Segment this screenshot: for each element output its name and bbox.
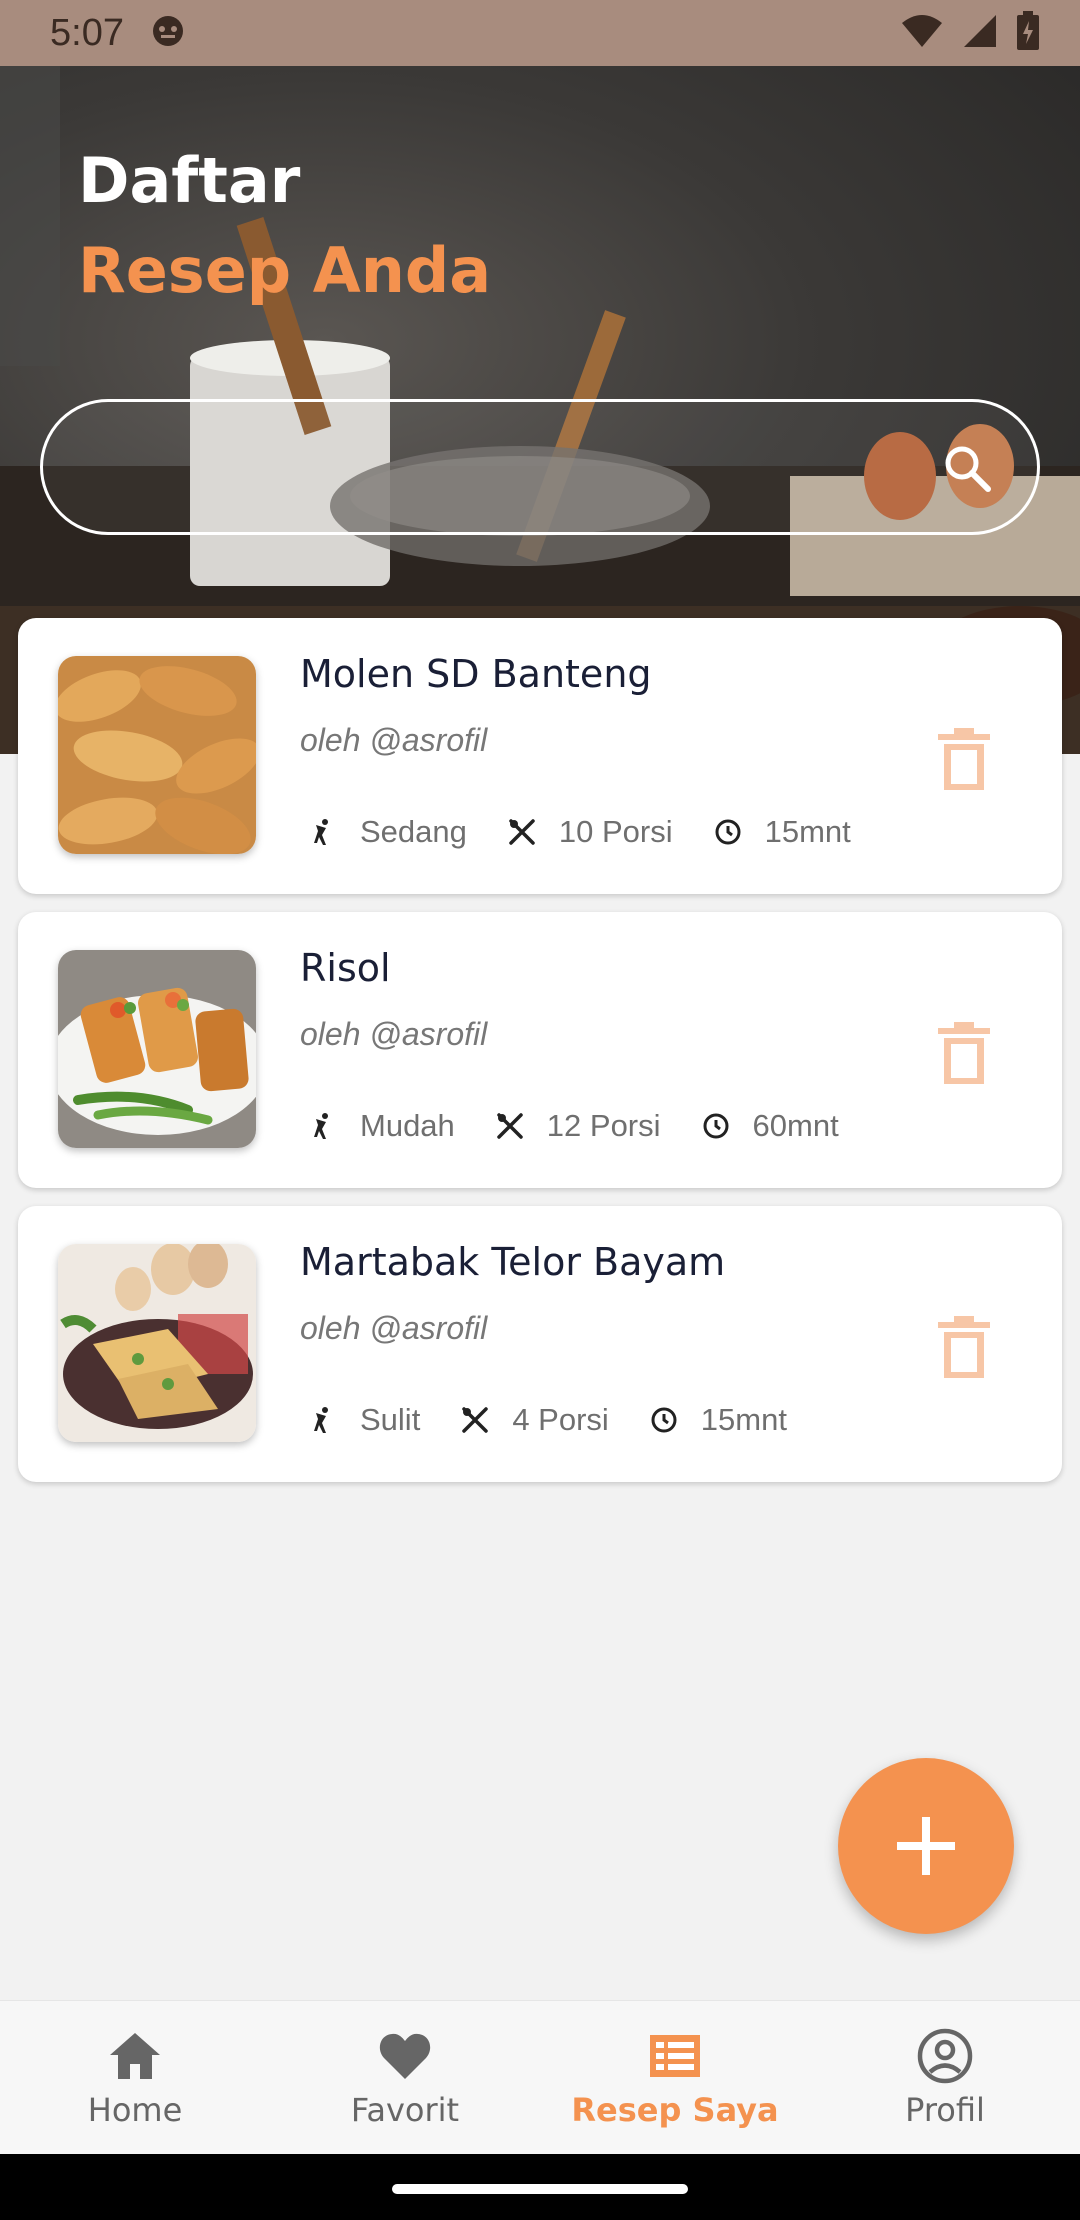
trash-icon[interactable]: [934, 728, 994, 794]
trash-icon[interactable]: [934, 1316, 994, 1382]
recipe-author: oleh @asrofil: [300, 722, 488, 758]
recipe-time: 15mnt: [700, 1402, 787, 1437]
recipe-author: oleh @asrofil: [300, 1016, 488, 1052]
difficulty-icon: [314, 1407, 328, 1433]
status-bar: 5:07: [0, 0, 1080, 66]
nav-item-home[interactable]: Home: [0, 2001, 270, 2154]
home-gesture-handle[interactable]: [392, 2184, 688, 2194]
status-time: 5:07: [50, 11, 124, 54]
recipe-card[interactable]: Molen SD Banteng oleh @asrofil Sedang 10…: [18, 618, 1062, 894]
nav-item-favorit[interactable]: Favorit: [270, 2001, 540, 2154]
page-title: Daftar Resep Anda: [78, 136, 491, 316]
recipe-title: Risol: [300, 946, 391, 990]
add-recipe-button[interactable]: [838, 1758, 1014, 1934]
home-icon: [110, 2032, 160, 2079]
recipe-meta: Mudah 12 Porsi 60mnt: [308, 1108, 879, 1144]
nav-item-profil[interactable]: Profil: [810, 2001, 1080, 2154]
recipe-meta: Sedang 10 Porsi 15mnt: [308, 814, 891, 850]
plus-icon: [897, 1817, 955, 1875]
clock-icon: [715, 819, 741, 845]
recipe-title: Molen SD Banteng: [300, 652, 652, 696]
recipe-portions: 10 Porsi: [558, 814, 673, 849]
recipe-title: Martabak Telor Bayam: [300, 1240, 726, 1284]
clock-icon: [651, 1407, 677, 1433]
page-title-line1: Daftar: [78, 144, 301, 217]
recipe-difficulty: Mudah: [360, 1108, 455, 1143]
search-input[interactable]: [83, 402, 943, 532]
recipe-card[interactable]: Martabak Telor Bayam oleh @asrofil Sulit…: [18, 1206, 1062, 1482]
nav-label: Home: [87, 2090, 183, 2129]
recipe-thumbnail: [58, 950, 256, 1148]
recipe-difficulty: Sedang: [360, 814, 467, 849]
nav-item-resep-saya[interactable]: Resep Saya: [540, 2001, 810, 2154]
battery-icon: [1016, 10, 1040, 56]
recipe-portions: 12 Porsi: [546, 1108, 661, 1143]
recipe-thumbnail: [58, 1244, 256, 1442]
search-icon[interactable]: [941, 442, 993, 494]
difficulty-icon: [314, 1113, 328, 1139]
trash-icon[interactable]: [934, 1022, 994, 1088]
difficulty-icon: [314, 819, 328, 845]
search-bar[interactable]: [40, 399, 1040, 535]
recipe-difficulty: Sulit: [360, 1402, 421, 1437]
recipe-list: Molen SD Banteng oleh @asrofil Sedang 10…: [18, 618, 1062, 1500]
profile-icon: [917, 2028, 973, 2083]
list-icon: [650, 2034, 700, 2077]
nav-label: Favorit: [350, 2090, 460, 2129]
recipe-thumbnail: [58, 656, 256, 854]
nav-label: Resep Saya: [571, 2090, 779, 2129]
heart-icon: [379, 2033, 431, 2079]
utensils-icon: [497, 1113, 523, 1139]
utensils-icon: [462, 1407, 489, 1433]
notification-icon: [150, 13, 186, 54]
recipe-time: 60mnt: [752, 1108, 839, 1143]
utensils-icon: [509, 819, 535, 845]
page-title-line2: Resep Anda: [78, 234, 492, 307]
recipe-author: oleh @asrofil: [300, 1310, 488, 1346]
signal-icon: [962, 13, 998, 54]
system-gesture-bar: [0, 2154, 1080, 2220]
recipe-meta: Sulit 4 Porsi 15mnt: [308, 1402, 827, 1438]
clock-icon: [703, 1113, 729, 1139]
recipe-card[interactable]: Risol oleh @asrofil Mudah 12 Porsi 60mnt: [18, 912, 1062, 1188]
recipe-portions: 4 Porsi: [512, 1402, 609, 1437]
nav-label: Profil: [905, 2090, 985, 2129]
recipe-time: 15mnt: [764, 814, 851, 849]
wifi-icon: [900, 13, 944, 54]
bottom-navigation: Home Favorit Resep Saya Profil: [0, 2000, 1080, 2154]
